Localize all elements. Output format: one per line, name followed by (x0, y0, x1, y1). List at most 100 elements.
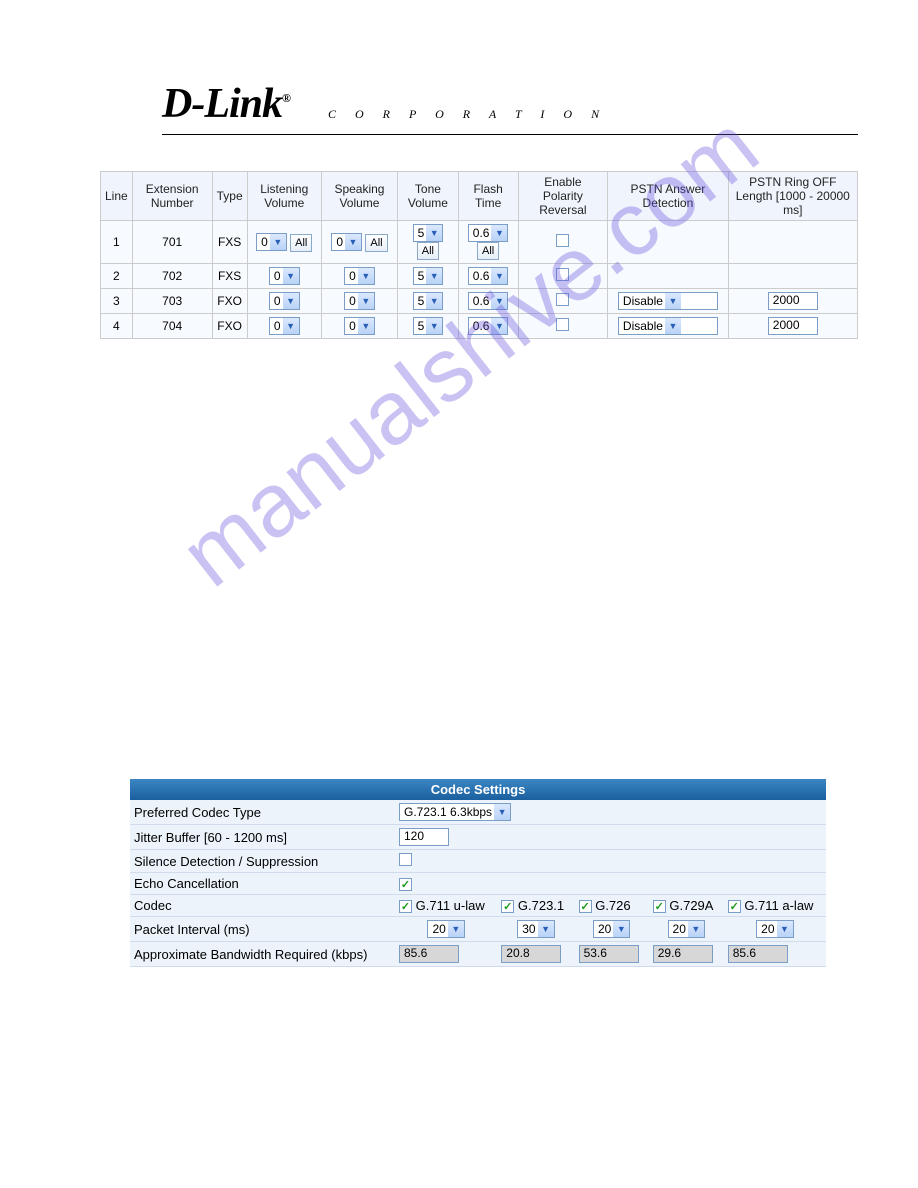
select[interactable]: 0▼ (269, 267, 300, 285)
col-header: Extension Number (132, 172, 212, 221)
select[interactable]: 0.6▼ (468, 317, 509, 335)
codec-checkbox[interactable] (399, 900, 412, 913)
chevron-down-icon: ▼ (491, 318, 507, 334)
table-row: 2702FXS0▼0▼5▼0.6▼ (101, 264, 858, 289)
echo-cancellation-label: Echo Cancellation (130, 873, 395, 895)
select[interactable]: 0.6▼ (468, 267, 509, 285)
select[interactable]: 0▼ (344, 317, 375, 335)
codec-name: G.726 (595, 898, 630, 913)
preferred-codec-select[interactable]: G.723.1 6.3kbps▼ (399, 803, 511, 821)
chevron-down-icon: ▼ (345, 234, 361, 250)
checkbox[interactable] (556, 268, 569, 281)
select[interactable]: 0▼ (344, 292, 375, 310)
codec-name: G.723.1 (518, 898, 564, 913)
line-settings-table: LineExtension NumberTypeListening Volume… (100, 171, 858, 339)
chevron-down-icon: ▼ (448, 921, 464, 937)
codec-checkbox[interactable] (653, 900, 666, 913)
select[interactable]: 20▼ (668, 920, 705, 938)
bandwidth-value: 85.6 (399, 945, 459, 963)
select[interactable]: 0.6▼ (468, 292, 509, 310)
codec-title: Codec Settings (130, 779, 826, 800)
jitter-buffer-label: Jitter Buffer [60 - 1200 ms] (130, 825, 395, 850)
chevron-down-icon: ▼ (283, 318, 299, 334)
chevron-down-icon: ▼ (358, 268, 374, 284)
chevron-down-icon: ▼ (665, 318, 681, 334)
select[interactable]: 30▼ (517, 920, 554, 938)
select[interactable]: Disable▼ (618, 317, 718, 335)
chevron-down-icon: ▼ (491, 225, 507, 241)
chevron-down-icon: ▼ (426, 293, 442, 309)
select[interactable]: 0▼ (331, 233, 362, 251)
echo-cancellation-checkbox[interactable] (399, 878, 412, 891)
chevron-down-icon: ▼ (358, 318, 374, 334)
table-row: 3703FXO0▼0▼5▼0.6▼Disable▼2000 (101, 289, 858, 314)
select[interactable]: 0▼ (269, 292, 300, 310)
select[interactable]: 20▼ (593, 920, 630, 938)
codec-checkbox[interactable] (501, 900, 514, 913)
chevron-down-icon: ▼ (613, 921, 629, 937)
chevron-down-icon: ▼ (358, 293, 374, 309)
select[interactable]: 20▼ (427, 920, 464, 938)
checkbox[interactable] (556, 318, 569, 331)
packet-interval-label: Packet Interval (ms) (130, 917, 395, 942)
select[interactable]: 0▼ (344, 267, 375, 285)
codec-name: G.729A (669, 898, 713, 913)
select[interactable]: 0▼ (269, 317, 300, 335)
text-input[interactable]: 2000 (768, 292, 818, 310)
codec-name: G.711 u-law (416, 898, 485, 913)
table-row: 4704FXO0▼0▼5▼0.6▼Disable▼2000 (101, 314, 858, 339)
bandwidth-label: Approximate Bandwidth Required (kbps) (130, 942, 395, 967)
col-header: Tone Volume (398, 172, 459, 221)
col-header: Enable Polarity Reversal (518, 172, 608, 221)
bandwidth-value: 29.6 (653, 945, 713, 963)
codec-row-label: Codec (130, 895, 395, 917)
select[interactable]: Disable▼ (618, 292, 718, 310)
silence-detection-checkbox[interactable] (399, 853, 412, 866)
chevron-down-icon: ▼ (270, 234, 286, 250)
brand-corp: C O R P O R A T I O N (328, 107, 607, 122)
select[interactable]: 5▼ (413, 267, 444, 285)
chevron-down-icon: ▼ (777, 921, 793, 937)
col-header: Type (212, 172, 247, 221)
codec-checkbox[interactable] (728, 900, 741, 913)
chevron-down-icon: ▼ (283, 268, 299, 284)
col-header: Line (101, 172, 133, 221)
select[interactable]: 5▼ (413, 292, 444, 310)
silence-detection-label: Silence Detection / Suppression (130, 850, 395, 873)
chevron-down-icon: ▼ (538, 921, 554, 937)
select[interactable]: 0▼ (256, 233, 287, 251)
all-button[interactable]: All (477, 242, 499, 260)
chevron-down-icon: ▼ (491, 293, 507, 309)
brand-logo: D-Link® (162, 80, 290, 128)
codec-name: G.711 a-law (744, 898, 813, 913)
bandwidth-value: 20.8 (501, 945, 561, 963)
chevron-down-icon: ▼ (283, 293, 299, 309)
select[interactable]: 5▼ (413, 224, 444, 242)
col-header: Listening Volume (247, 172, 321, 221)
header: D-Link® C O R P O R A T I O N (162, 80, 858, 135)
col-header: PSTN Answer Detection (608, 172, 728, 221)
bandwidth-value: 85.6 (728, 945, 788, 963)
all-button[interactable]: All (365, 234, 387, 252)
text-input[interactable]: 2000 (768, 317, 818, 335)
codec-settings-panel: Codec Settings Preferred Codec Type G.72… (130, 779, 826, 967)
chevron-down-icon: ▼ (665, 293, 681, 309)
jitter-buffer-input[interactable]: 120 (399, 828, 449, 846)
select[interactable]: 0.6▼ (468, 224, 509, 242)
preferred-codec-label: Preferred Codec Type (130, 800, 395, 825)
chevron-down-icon: ▼ (426, 268, 442, 284)
chevron-down-icon: ▼ (426, 225, 442, 241)
chevron-down-icon: ▼ (491, 268, 507, 284)
chevron-down-icon: ▼ (426, 318, 442, 334)
codec-checkbox[interactable] (579, 900, 592, 913)
col-header: Flash Time (458, 172, 518, 221)
col-header: PSTN Ring OFF Length [1000 - 20000 ms] (728, 172, 857, 221)
chevron-down-icon: ▼ (494, 804, 510, 820)
col-header: Speaking Volume (321, 172, 397, 221)
select[interactable]: 20▼ (756, 920, 793, 938)
select[interactable]: 5▼ (413, 317, 444, 335)
all-button[interactable]: All (417, 242, 439, 260)
checkbox[interactable] (556, 234, 569, 247)
all-button[interactable]: All (290, 234, 312, 252)
checkbox[interactable] (556, 293, 569, 306)
